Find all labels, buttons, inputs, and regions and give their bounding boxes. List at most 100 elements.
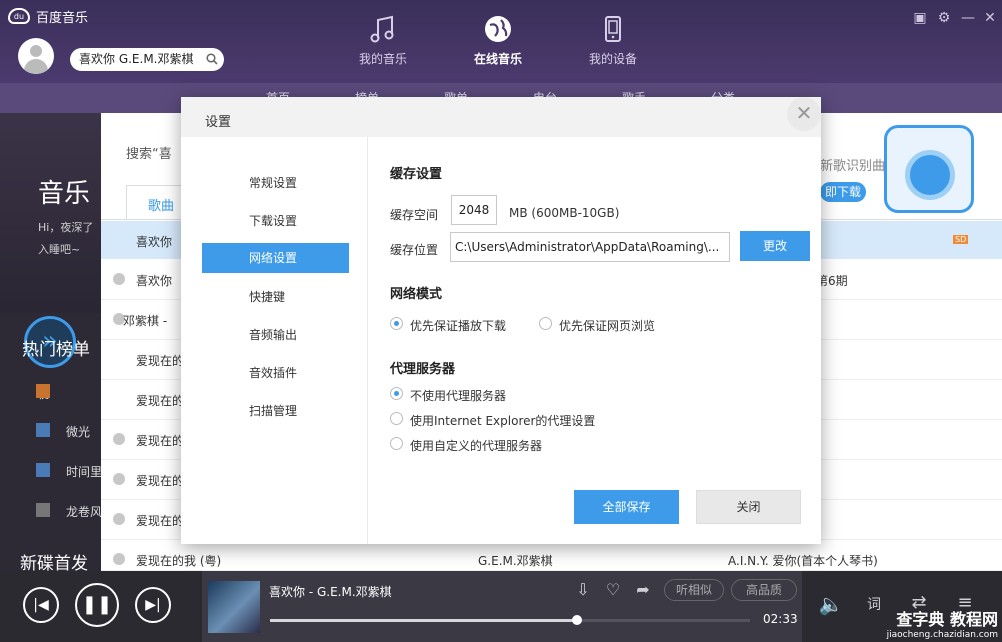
sidebar-item-download[interactable]: 下载设置 (202, 206, 349, 236)
close-window-icon[interactable]: ✕ (982, 10, 998, 26)
favorite-heart-icon[interactable]: ♡ (604, 580, 622, 599)
settings-sidebar: 常规设置 下载设置 网络设置 快捷键 音频输出 音效插件 扫描管理 (181, 137, 368, 544)
sidebar-item-audio-output[interactable]: 音频输出 (202, 320, 349, 350)
rank-item-4[interactable]: 龙卷风 (66, 503, 102, 520)
banner-text: 新歌识别曲 (820, 159, 886, 174)
cache-location-label: 缓存位置 (390, 243, 439, 257)
sidebar-item-hotkeys[interactable]: 快捷键 (202, 282, 349, 312)
promo-subtitle-1: Hi，夜深了 (38, 221, 94, 234)
minimize-icon[interactable]: — (960, 10, 976, 26)
rank-item-2[interactable]: 微光 (66, 423, 90, 440)
previous-track-icon[interactable]: |◀ (23, 587, 59, 623)
app-title: 百度音乐 (36, 10, 89, 26)
rank-badge-2 (36, 423, 50, 437)
album-cover[interactable] (208, 581, 260, 633)
tab-my-device[interactable]: 我的设备 (568, 14, 658, 74)
volume-icon[interactable]: 🔈 (818, 592, 844, 616)
song-row[interactable]: 爱现在的我 (粤) G.E.M.邓紫棋 A.I.N.Y. 爱你(首本个人琴书) (101, 540, 1002, 571)
tab-my-device-label: 我的设备 (588, 52, 637, 66)
search-icon[interactable] (206, 53, 218, 65)
save-all-button[interactable]: 全部保存 (574, 490, 679, 524)
section-hot-charts: 热门榜单 (22, 340, 90, 360)
network-mode-title: 网络模式 (390, 287, 443, 302)
search-results-label: 搜索“喜 (126, 147, 172, 162)
lyrics-icon[interactable]: 词 (862, 594, 886, 614)
cache-space-unit: MB (600MB-10GB) (509, 206, 620, 220)
sd-badge: SD (953, 235, 969, 244)
settings-gear-icon[interactable]: ⚙ (936, 10, 952, 26)
song-title: 爱现在的 (136, 394, 185, 408)
sidebar-item-general[interactable]: 常规设置 (202, 168, 349, 198)
watermark-line-2: jiaocheng.chazidian.com (886, 630, 998, 640)
cd-icon (905, 150, 955, 200)
globe-icon (485, 16, 511, 42)
sidebar-item-scan[interactable]: 扫描管理 (202, 396, 349, 426)
tab-online-music[interactable]: 在线音乐 (453, 14, 543, 74)
search-input-value: 喜欢你 G.E.M.邓紫棋 (79, 52, 194, 66)
close-dialog-button[interactable]: 关闭 (696, 490, 801, 524)
promo-banner[interactable] (0, 113, 101, 313)
radio-icon (113, 433, 125, 445)
promo-subtitle-2: 入睡吧~ (38, 243, 81, 256)
proxy-server-title: 代理服务器 (390, 362, 456, 377)
proxy-custom-label[interactable]: 使用自定义的代理服务器 (410, 437, 542, 454)
proxy-none-label[interactable]: 不使用代理服务器 (410, 387, 506, 404)
next-track-icon[interactable]: ▶| (135, 587, 171, 623)
download-icon[interactable]: ⇩ (574, 580, 592, 599)
progress-bar[interactable] (270, 615, 750, 625)
song-title: 爱现在的我 (粤) (136, 554, 222, 568)
quality-select[interactable]: 高品质 (731, 579, 797, 601)
avatar[interactable] (18, 38, 54, 74)
cache-space-input[interactable]: 2048 (451, 195, 497, 225)
proxy-radio-ie[interactable] (390, 412, 403, 425)
change-location-button[interactable]: 更改 (740, 231, 810, 261)
playback-time: 02:33 (763, 612, 798, 626)
proxy-ie-label[interactable]: 使用Internet Explorer的代理设置 (410, 412, 595, 429)
highlighted-song-title: 喜欢你 (136, 235, 173, 249)
network-mode-playback-label[interactable]: 优先保证播放下载 (410, 317, 506, 334)
radio-icon (113, 273, 125, 285)
app-brand: du 百度音乐 (8, 6, 88, 26)
now-playing-title: 喜欢你 - G.E.M.邓紫棋 (269, 585, 392, 599)
settings-dialog: 设置 ✕ 常规设置 下载设置 网络设置 快捷键 音频输出 音效插件 扫描管理 缓… (181, 97, 821, 544)
song-title: 爱现在的 (136, 434, 185, 448)
song-title: 爱现在的 (136, 514, 185, 528)
sidebar-item-network[interactable]: 网络设置 (202, 243, 349, 273)
share-icon[interactable]: ➦ (634, 580, 652, 599)
settings-dialog-header[interactable] (181, 97, 821, 137)
network-mode-radio-playback[interactable] (390, 317, 403, 330)
rank-item-3[interactable]: 时间里 (66, 463, 102, 480)
tab-my-music[interactable]: 我的音乐 (338, 14, 428, 74)
song-title: 爱现在的 (136, 474, 185, 488)
banner-download-button[interactable]: 即下载 (820, 182, 866, 202)
rank-badge-3 (36, 463, 50, 477)
tab-songs-label: 歌曲 (148, 199, 175, 214)
music-note-icon (370, 15, 394, 43)
radio-icon (113, 553, 125, 565)
listen-similar-button[interactable]: 听相似 (664, 579, 724, 601)
tab-online-music-label: 在线音乐 (473, 52, 522, 66)
cache-location-input[interactable]: C:\Users\Administrator\AppData\Roaming\.… (450, 232, 730, 262)
dialog-close-icon[interactable]: ✕ (787, 97, 821, 131)
pause-icon[interactable]: ❚❚ (75, 583, 119, 627)
device-icon (605, 16, 621, 42)
phone-illustration (884, 125, 974, 213)
skin-icon[interactable]: ▣ (912, 10, 928, 26)
tab-my-music-label: 我的音乐 (358, 52, 407, 66)
search-input[interactable]: 喜欢你 G.E.M.邓紫棋 (70, 48, 224, 71)
network-mode-radio-browse[interactable] (539, 317, 552, 330)
cache-settings-title: 缓存设置 (390, 167, 443, 182)
song-title: 爱现在的 (136, 354, 185, 368)
proxy-radio-custom[interactable] (390, 437, 403, 450)
promo-title: 音乐 (38, 179, 91, 209)
progress-fill (270, 619, 578, 622)
song-title: 邓紫棋 - (123, 314, 168, 328)
sidebar-item-effects[interactable]: 音效插件 (202, 358, 349, 388)
left-panel: 音乐 Hi，夜深了 入睡吧~ » 热门榜单 伤 微光 时间里 龙卷风 新碟首发 (0, 113, 102, 574)
radio-icon (113, 473, 125, 485)
watermark-line-1: 查字典 教程网 (896, 610, 998, 629)
network-mode-browse-label[interactable]: 优先保证网页浏览 (559, 317, 655, 334)
proxy-radio-none[interactable] (390, 387, 403, 400)
song-title: 喜欢你 (136, 274, 173, 288)
rank-badge-4 (36, 503, 50, 517)
